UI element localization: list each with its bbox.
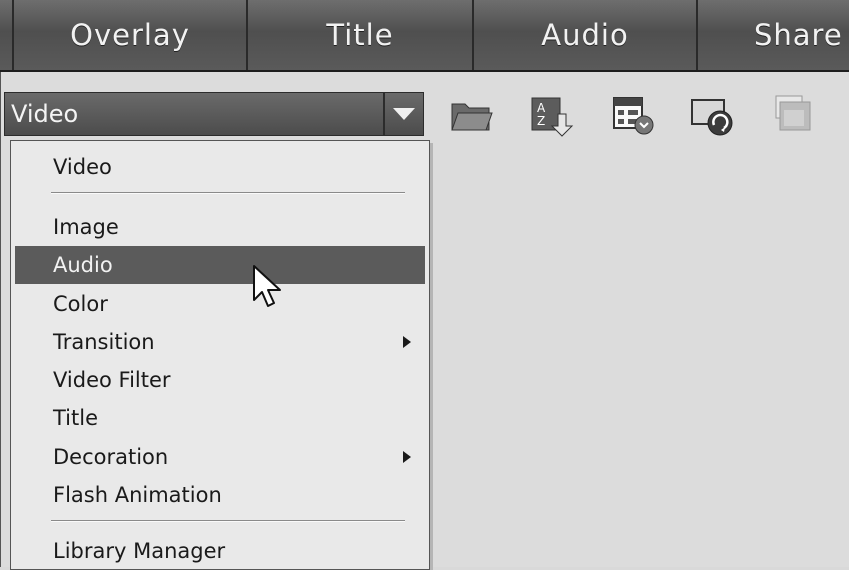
menu-item-image[interactable]: Image <box>15 208 425 246</box>
tab-audio[interactable]: Audio <box>474 0 698 70</box>
svg-text:Z: Z <box>537 114 545 128</box>
capture-refresh-icon[interactable] <box>690 92 736 138</box>
menu-item-label: Transition <box>53 330 155 354</box>
dropdown-arrow-button[interactable] <box>383 93 423 135</box>
sort-az-icon[interactable]: A Z <box>528 92 574 138</box>
menu-item-video-filter[interactable]: Video Filter <box>15 361 425 399</box>
media-type-dropdown[interactable]: Video <box>4 92 424 136</box>
menu-item-video[interactable]: Video <box>15 148 425 186</box>
tab-bar: Overlay Title Audio Share <box>0 0 849 72</box>
view-options-icon[interactable] <box>610 92 656 138</box>
mouse-pointer-icon <box>253 265 281 307</box>
menu-item-title[interactable]: Title <box>15 399 425 437</box>
menu-separator <box>51 192 405 194</box>
library-overlay-icon[interactable] <box>770 92 816 138</box>
menu-item-transition[interactable]: Transition <box>15 323 425 361</box>
menu-item-library-manager[interactable]: Library Manager <box>15 532 425 570</box>
menu-item-audio[interactable]: Audio <box>15 246 425 284</box>
menu-item-color[interactable]: Color <box>15 285 425 323</box>
menu-item-label: Decoration <box>53 445 169 469</box>
media-type-value: Video <box>11 100 79 128</box>
menu-item-flash-animation[interactable]: Flash Animation <box>15 476 425 514</box>
submenu-arrow-icon <box>403 336 411 348</box>
menu-separator <box>51 520 405 522</box>
tab-title[interactable]: Title <box>248 0 474 70</box>
svg-text:A: A <box>537 101 546 115</box>
chevron-down-icon <box>393 108 415 120</box>
submenu-arrow-icon <box>403 451 411 463</box>
tab-overlay[interactable]: Overlay <box>12 0 248 70</box>
menu-item-decoration[interactable]: Decoration <box>15 438 425 476</box>
folder-open-icon[interactable] <box>448 92 494 138</box>
tab-share[interactable]: Share <box>698 0 849 70</box>
media-type-menu: Video Image Audio Color Transition Video… <box>10 140 430 570</box>
